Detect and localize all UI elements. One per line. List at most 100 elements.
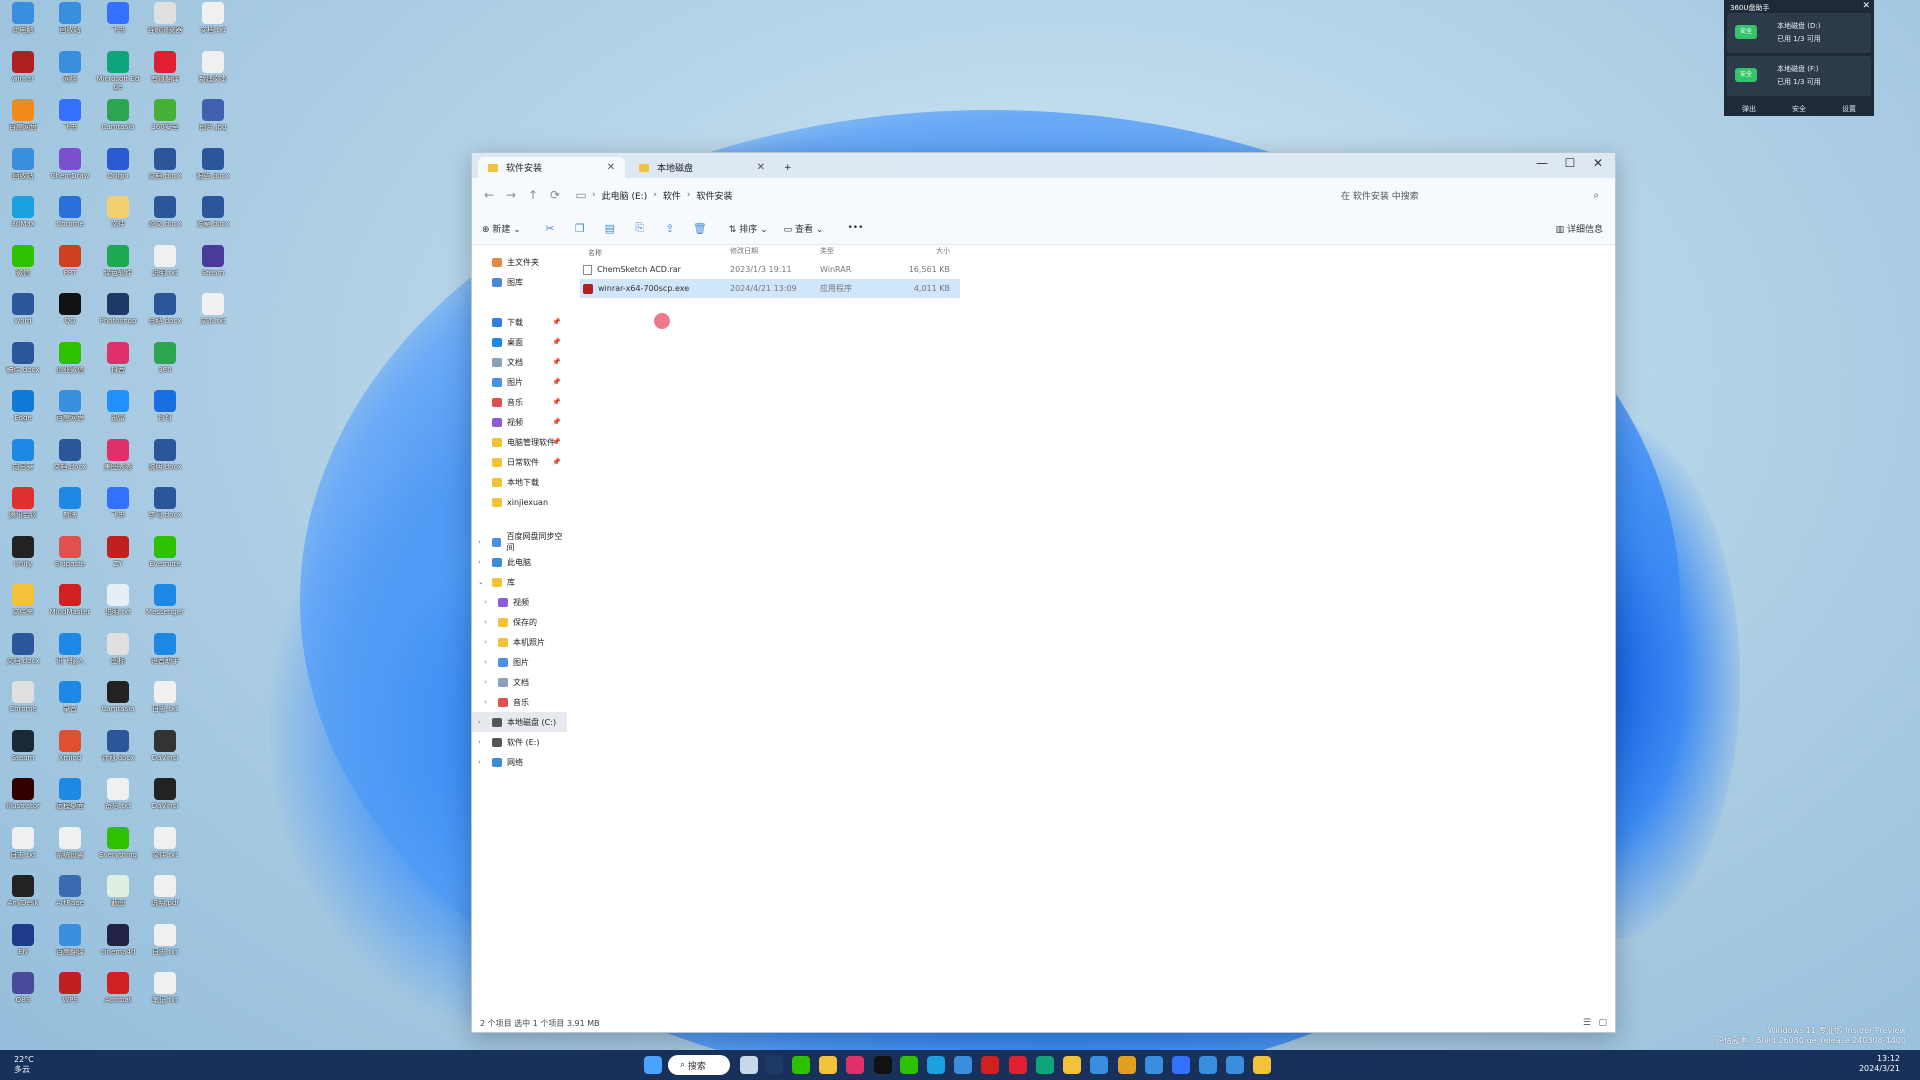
cut-icon[interactable]: ✂ (535, 222, 565, 235)
desktop-icon[interactable]: 360 (142, 340, 188, 388)
desktop-icon[interactable] (190, 873, 236, 921)
desktop-icon[interactable]: 文件夹 (0, 582, 46, 630)
nav-item[interactable]: › 百度网盘同步空间 (472, 532, 567, 552)
copy-icon[interactable]: ❐ (565, 222, 595, 235)
taskbar-search[interactable]: ⌕ 搜索 (668, 1055, 730, 1075)
close-window-button[interactable]: ✕ (1583, 156, 1613, 170)
desktop-icon[interactable]: 有道翻译 (142, 49, 188, 97)
desktop-icon[interactable] (190, 582, 236, 630)
desktop-icon[interactable]: MindMaster (47, 582, 93, 630)
desktop-icon[interactable]: 文档.docx (47, 437, 93, 485)
desktop-icon[interactable]: 论文.docx (142, 194, 188, 242)
desktop-icon[interactable]: 剪映 (47, 485, 93, 533)
column-type[interactable]: 类型 (820, 246, 895, 260)
breadcrumb-item[interactable]: 软件安装 (696, 189, 732, 202)
desktop-icon[interactable]: Camtasia (95, 679, 141, 727)
up-arrow-icon[interactable]: ↑ (522, 188, 544, 202)
desktop-icon[interactable]: 语音助手 (142, 631, 188, 679)
desktop-icon[interactable]: 文本.txt (190, 291, 236, 339)
desktop-icon[interactable]: Messenger (142, 582, 188, 630)
chevron-icon[interactable]: › (484, 678, 487, 686)
drive-card[interactable]: 安全 本地磁盘 (F:) 已用 1/3 可用 (1727, 56, 1871, 96)
details-view-icon[interactable]: ☰ (1583, 1018, 1591, 1028)
desktop-icon[interactable]: Origin (95, 146, 141, 194)
chevron-icon[interactable]: › (484, 638, 487, 646)
settings-button[interactable]: 设置 (1842, 104, 1856, 114)
rename-icon[interactable]: ⎘ (625, 221, 655, 235)
desktop-icon[interactable] (190, 679, 236, 727)
desktop-icon[interactable]: 文档.txt (190, 0, 236, 48)
desktop-icon[interactable]: 日志.txt (142, 679, 188, 727)
desktop-icon[interactable]: 图片.jpg (190, 97, 236, 145)
nav-item[interactable]: › 图片 (472, 652, 567, 672)
desktop-icon[interactable]: cinema4d (95, 922, 141, 970)
photoshop-icon[interactable] (765, 1056, 783, 1074)
desktop-icon[interactable]: OBS (0, 970, 46, 1018)
desktop-icon[interactable]: 说明.txt (142, 243, 188, 291)
delete-icon[interactable]: 🗑 (685, 222, 715, 235)
desktop-icon[interactable]: 图标 (95, 631, 141, 679)
app2-icon[interactable] (981, 1056, 999, 1074)
desktop-icon[interactable]: Xmind (47, 728, 93, 776)
forward-arrow-icon[interactable]: → (500, 188, 522, 202)
nav-item[interactable]: 图片 📌 (472, 372, 567, 392)
desktop-icon[interactable]: 笔记.txt (142, 970, 188, 1018)
desktop-icon[interactable]: 微信 (0, 243, 46, 291)
desktop-icon[interactable]: Camtasia (95, 97, 141, 145)
desktop-icon[interactable]: Everything (95, 825, 141, 873)
desktop-icon[interactable]: 迅雷 (95, 388, 141, 436)
column-date[interactable]: 修改日期 (730, 246, 820, 260)
desktop-icon[interactable]: Photoshop (95, 291, 141, 339)
desktop-icon[interactable]: Microsoft Edge (95, 49, 141, 97)
desktop-icon[interactable]: EN (0, 922, 46, 970)
desktop-icon[interactable]: 腾讯会议 (0, 485, 46, 533)
desktop-icon[interactable]: 文档.docx (0, 631, 46, 679)
breadcrumb-item[interactable]: 软件 (663, 189, 681, 202)
nav-item[interactable]: 本地下载 (472, 472, 567, 492)
qq-icon[interactable] (874, 1056, 892, 1074)
feishu-icon[interactable] (1172, 1056, 1190, 1074)
desktop-icon[interactable]: Snipaste (47, 534, 93, 582)
file-row-selected[interactable]: winrar-x64-700scp.exe 2024/4/21 13:09 应用… (580, 279, 960, 298)
nav-item[interactable]: 图库 (472, 272, 567, 292)
close-tab-icon[interactable]: ✕ (607, 162, 615, 173)
chevron-icon[interactable]: › (478, 758, 481, 766)
desktop-icon[interactable]: 截图 (95, 873, 141, 921)
desktop-icon[interactable]: ZY (95, 534, 141, 582)
desktop-icon[interactable]: 远程桌面 (47, 776, 93, 824)
desktop-icon[interactable]: DaVinci (142, 776, 188, 824)
file-row[interactable]: ChemSketch ACD.rar 2023/1/3 19:11 WinRAR… (580, 260, 960, 279)
maximize-button[interactable]: ☐ (1555, 156, 1585, 170)
desktop-icon[interactable]: 飞书 (95, 485, 141, 533)
task-view-icon[interactable] (740, 1056, 758, 1074)
desktop-icon[interactable]: 计划.docx (95, 728, 141, 776)
desktop-icon[interactable]: Steam (190, 243, 236, 291)
weather-widget[interactable]: 22°C 多云 (14, 1055, 34, 1075)
desktop-icon[interactable]: 绿色软件 (95, 243, 141, 291)
desktop-icon[interactable]: 百度网盘 (0, 97, 46, 145)
desktop-icon[interactable]: 日志.txt (142, 922, 188, 970)
chevron-icon[interactable]: › (478, 538, 481, 546)
drive-card[interactable]: 安全 本地磁盘 (D:) 已用 1/3 可用 (1727, 13, 1871, 53)
new-tab-button[interactable]: + (777, 157, 801, 178)
desktop-icon[interactable] (190, 825, 236, 873)
desktop-icon[interactable]: 飞书 (47, 97, 93, 145)
desktop-icon[interactable]: 稿件.docx (0, 340, 46, 388)
app4-icon[interactable] (1145, 1056, 1163, 1074)
desktop-icon[interactable]: Edge (0, 388, 46, 436)
chevron-icon[interactable]: › (484, 618, 487, 626)
close-tab-icon[interactable]: ✕ (757, 162, 765, 173)
chevron-icon[interactable]: › (484, 698, 487, 706)
nav-item[interactable]: 主文件夹 (472, 252, 567, 272)
desktop-icon[interactable]: Illustrator (0, 776, 46, 824)
desktop-icon[interactable]: 日志.txt (0, 825, 46, 873)
nav-item[interactable]: › 本机照片 (472, 632, 567, 652)
desktop-icon[interactable]: 百度翻译 (47, 922, 93, 970)
minimize-button[interactable]: — (1527, 156, 1557, 170)
calc-icon[interactable] (927, 1056, 945, 1074)
view-button[interactable]: ▭ 查看 ⌄ (784, 222, 824, 235)
more-options-button[interactable]: ••• (847, 223, 863, 233)
chevron-icon[interactable]: ⌄ (478, 578, 484, 586)
desktop-icon[interactable]: 百度网盘 (47, 388, 93, 436)
desktop-icon[interactable]: 3dMax (0, 194, 46, 242)
